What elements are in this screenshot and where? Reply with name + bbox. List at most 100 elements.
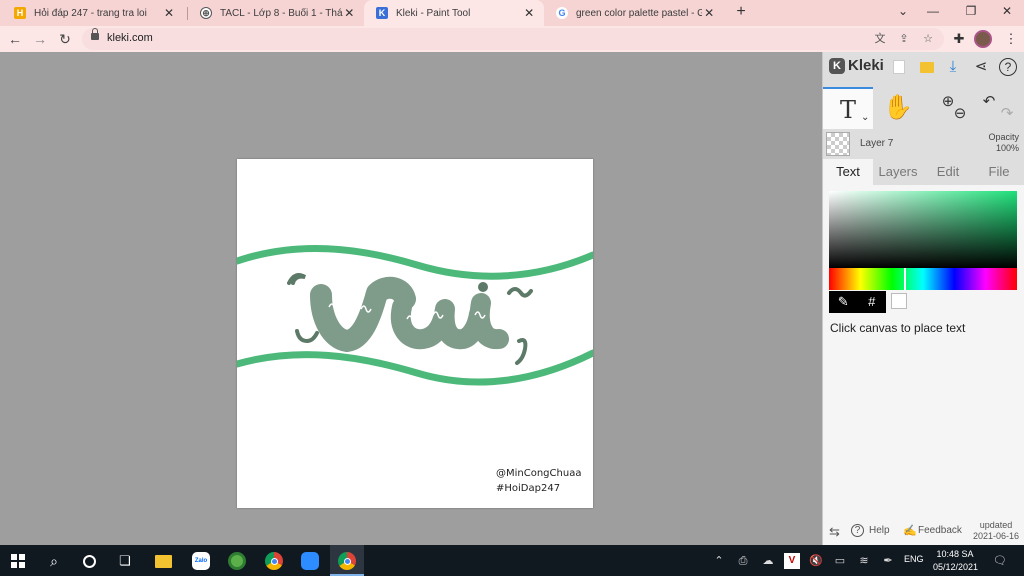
zoom-icon[interactable] (298, 549, 322, 573)
tab-file[interactable]: File (973, 159, 1024, 185)
windows-start-icon[interactable] (6, 549, 30, 573)
close-icon[interactable]: ✕ (702, 6, 716, 20)
url-text: kleki.com (107, 32, 153, 44)
globe-icon: ⊕ (200, 7, 212, 19)
hand-tool-icon[interactable]: ✋ (878, 87, 918, 129)
secondary-color-swatch[interactable] (891, 293, 907, 309)
google-icon: G (556, 7, 568, 19)
cortana-icon[interactable] (77, 549, 101, 573)
text-tool-hint: Click canvas to place text (830, 321, 966, 335)
chrome-icon[interactable] (262, 549, 286, 573)
hex-input-button[interactable]: # (858, 291, 887, 313)
letter-u-stroke (390, 297, 489, 350)
volume-icon[interactable]: 🔇 (808, 553, 824, 569)
coccoc-icon[interactable] (225, 549, 249, 573)
close-icon[interactable]: ✕ (343, 6, 356, 20)
battery-icon[interactable]: ▭ (832, 553, 848, 569)
translate-icon[interactable]: 文 (872, 31, 888, 47)
close-icon[interactable]: ✕ (522, 6, 536, 20)
meet-now-icon[interactable]: ⎙ (735, 553, 751, 569)
brand-name: Kleki (848, 57, 884, 74)
saturation-value-picker[interactable] (829, 191, 1017, 268)
bookmark-star-icon[interactable]: ☆ (920, 31, 936, 47)
tab-edit[interactable]: Edit (923, 159, 973, 185)
tab-title: Kleki - Paint Tool (396, 7, 471, 19)
tab-strip: H Hỏi đáp 247 - trang tra loi ✕ ⊕ TACL -… (0, 0, 1024, 26)
wifi-icon[interactable]: ≋ (856, 553, 872, 569)
more-menu-icon[interactable]: ⋮ (1002, 30, 1020, 48)
feedback-link[interactable]: Feedback (918, 525, 962, 536)
browser-toolbar: ← → ↻ kleki.com 文 ⇪ ☆ ✚ ⋮ (0, 26, 1024, 52)
tab-title: TACL - Lớp 8 - Buổi 1 - Tháng 12 (220, 7, 343, 19)
new-image-icon[interactable] (893, 60, 905, 74)
help-icon[interactable]: ? (851, 524, 864, 537)
tab-title: Hỏi đáp 247 - trang tra loi (34, 7, 147, 19)
signature-hashtag: #HoiDap247 (496, 483, 561, 494)
system-clock[interactable]: 10:48 SA 05/12/2021 (933, 548, 979, 574)
language-indicator[interactable]: ENG (904, 554, 924, 564)
lock-icon (91, 28, 99, 40)
signature-handle: @MinCongChuaa (496, 468, 582, 479)
hue-slider[interactable] (829, 268, 1017, 290)
pen-icon[interactable]: ✒ (880, 553, 896, 569)
browser-tab-kleki[interactable]: K Kleki - Paint Tool ✕ (364, 0, 544, 26)
browser-tab-hoidap[interactable]: H Hỏi đáp 247 - trang tra loi ✕ (2, 0, 184, 26)
panel-tabs: Text Layers Edit File (823, 159, 1024, 185)
feedback-icon[interactable]: ✍ (903, 524, 917, 537)
reload-icon[interactable]: ↻ (56, 30, 74, 48)
canvas-artwork (237, 245, 593, 386)
restore-icon[interactable]: ❐ (961, 4, 981, 18)
close-icon[interactable]: ✕ (162, 6, 176, 20)
clock-time: 10:48 SA (936, 549, 974, 559)
minimize-icon[interactable]: — (923, 4, 943, 18)
browser-tab-tacl[interactable]: ⊕ TACL - Lớp 8 - Buổi 1 - Tháng 12 ✕ (188, 0, 364, 26)
canvas-workspace[interactable]: @MinCongChuaa #HoiDap247 (0, 52, 822, 545)
swap-sides-icon[interactable]: ⇆ (829, 524, 840, 540)
opacity-value: 100% (995, 143, 1019, 153)
file-explorer-icon[interactable] (151, 549, 175, 573)
text-tab-body: ✎ # Click canvas to place text (823, 185, 1024, 545)
kleki-logo[interactable]: K Kleki (829, 57, 884, 74)
onedrive-icon[interactable]: ☁ (760, 553, 776, 569)
share-icon[interactable]: ⇪ (896, 31, 912, 47)
browser-tab-google[interactable]: G green color palette pastel - Goog ✕ (544, 0, 724, 26)
tab-title: green color palette pastel - Goog (576, 7, 703, 19)
share-icon[interactable]: ⋖ (971, 57, 991, 77)
tab-layers[interactable]: Layers (873, 159, 923, 185)
text-tool-icon: T (839, 96, 856, 124)
tab-text[interactable]: Text (823, 159, 873, 185)
opacity-label: Opacity (988, 132, 1019, 142)
new-tab-button[interactable]: + (731, 3, 751, 21)
help-link[interactable]: Help (869, 525, 890, 536)
tab-search-icon[interactable]: ⌄ (893, 4, 913, 18)
notifications-icon[interactable]: 🗨 (992, 553, 1008, 569)
zalo-icon[interactable]: Zalo (189, 549, 213, 573)
task-view-icon[interactable]: ❏ (113, 549, 137, 573)
download-icon[interactable]: ⤓ (943, 57, 963, 77)
antivirus-icon[interactable]: V (784, 553, 800, 569)
updated-date: 2021-06-16 (973, 531, 1020, 541)
chrome-active-icon[interactable] (335, 549, 359, 573)
layer-opacity: Opacity 100% (988, 132, 1019, 154)
bottom-wave-band (237, 349, 593, 386)
drawing-canvas[interactable]: @MinCongChuaa #HoiDap247 (237, 159, 593, 508)
forward-icon[interactable]: → (31, 30, 49, 48)
eyedropper-icon[interactable]: ✎ (829, 291, 858, 313)
open-folder-icon[interactable] (920, 62, 934, 73)
hue-slider-handle[interactable] (904, 268, 906, 290)
back-icon[interactable]: ← (6, 30, 24, 48)
text-tool-button[interactable]: T ⌄ (823, 87, 873, 129)
updated-info[interactable]: updated 2021-06-16 (973, 520, 1019, 542)
panel-footer: ⇆ ? Help ✍ Feedback updated 2021-06-16 (823, 519, 1024, 545)
kleki-logo-icon: K (829, 57, 845, 74)
help-circle-icon[interactable]: ? (999, 58, 1017, 76)
updated-label: updated (979, 520, 1013, 530)
clock-date: 05/12/2021 (933, 562, 979, 572)
chevron-up-icon[interactable]: ⌃ (711, 553, 727, 569)
window-close-icon[interactable]: ✕ (997, 4, 1017, 18)
profile-avatar[interactable] (974, 30, 992, 48)
extensions-icon[interactable]: ✚ (950, 30, 968, 48)
current-layer-row[interactable]: Layer 7 Opacity 100% (823, 129, 1024, 159)
search-icon[interactable]: ⌕ (42, 549, 66, 573)
address-bar[interactable]: kleki.com 文 ⇪ ☆ (82, 28, 944, 50)
